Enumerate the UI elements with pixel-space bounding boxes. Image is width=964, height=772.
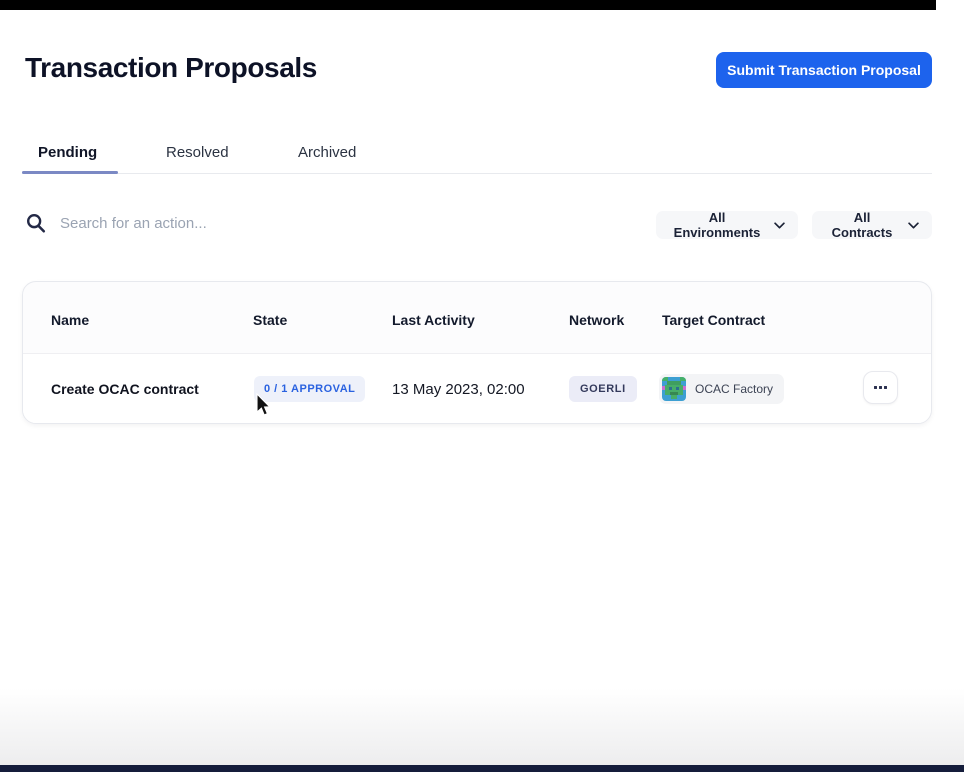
environments-filter-label: All Environments <box>669 210 765 240</box>
ellipsis-icon <box>874 386 877 389</box>
search-input[interactable] <box>60 209 480 237</box>
approval-state-badge: 0 / 1 APPROVAL <box>254 376 365 402</box>
letterbox-top-bar <box>0 0 936 10</box>
tabs-divider <box>22 173 932 174</box>
row-actions-menu-button[interactable] <box>863 371 898 404</box>
column-header-name: Name <box>51 312 89 328</box>
contracts-filter-dropdown[interactable]: All Contracts <box>812 211 932 239</box>
proposal-name: Create OCAC contract <box>51 354 199 424</box>
column-header-network: Network <box>569 312 624 328</box>
target-contract-chip[interactable]: OCAC Factory <box>659 374 784 404</box>
search-icon <box>25 212 47 234</box>
proposal-table-row[interactable]: Create OCAC contract 0 / 1 APPROVAL 13 M… <box>23 353 931 423</box>
network-badge: GOERLI <box>569 376 637 402</box>
environments-filter-dropdown[interactable]: All Environments <box>656 211 798 239</box>
tab-pending[interactable]: Pending <box>38 144 97 161</box>
target-contract-name: OCAC Factory <box>695 382 773 396</box>
submit-transaction-proposal-button[interactable]: Submit Transaction Proposal <box>716 52 932 88</box>
active-tab-indicator <box>22 171 118 174</box>
column-header-last-activity: Last Activity <box>392 312 475 328</box>
transaction-proposals-page: Transaction Proposals Submit Transaction… <box>0 0 964 772</box>
contracts-filter-label: All Contracts <box>825 210 899 240</box>
last-activity-timestamp: 13 May 2023, 02:00 <box>392 354 525 424</box>
bottom-gradient <box>0 688 964 765</box>
identicon-avatar <box>662 377 686 401</box>
tab-resolved[interactable]: Resolved <box>166 144 229 161</box>
page-title: Transaction Proposals <box>25 52 317 84</box>
chevron-down-icon <box>908 222 919 229</box>
letterbox-bottom-bar <box>0 765 964 772</box>
column-header-state: State <box>253 312 287 328</box>
tab-archived[interactable]: Archived <box>298 144 356 161</box>
column-header-target-contract: Target Contract <box>662 312 765 328</box>
proposals-table-card: Name State Last Activity Network Target … <box>22 281 932 424</box>
chevron-down-icon <box>774 222 785 229</box>
